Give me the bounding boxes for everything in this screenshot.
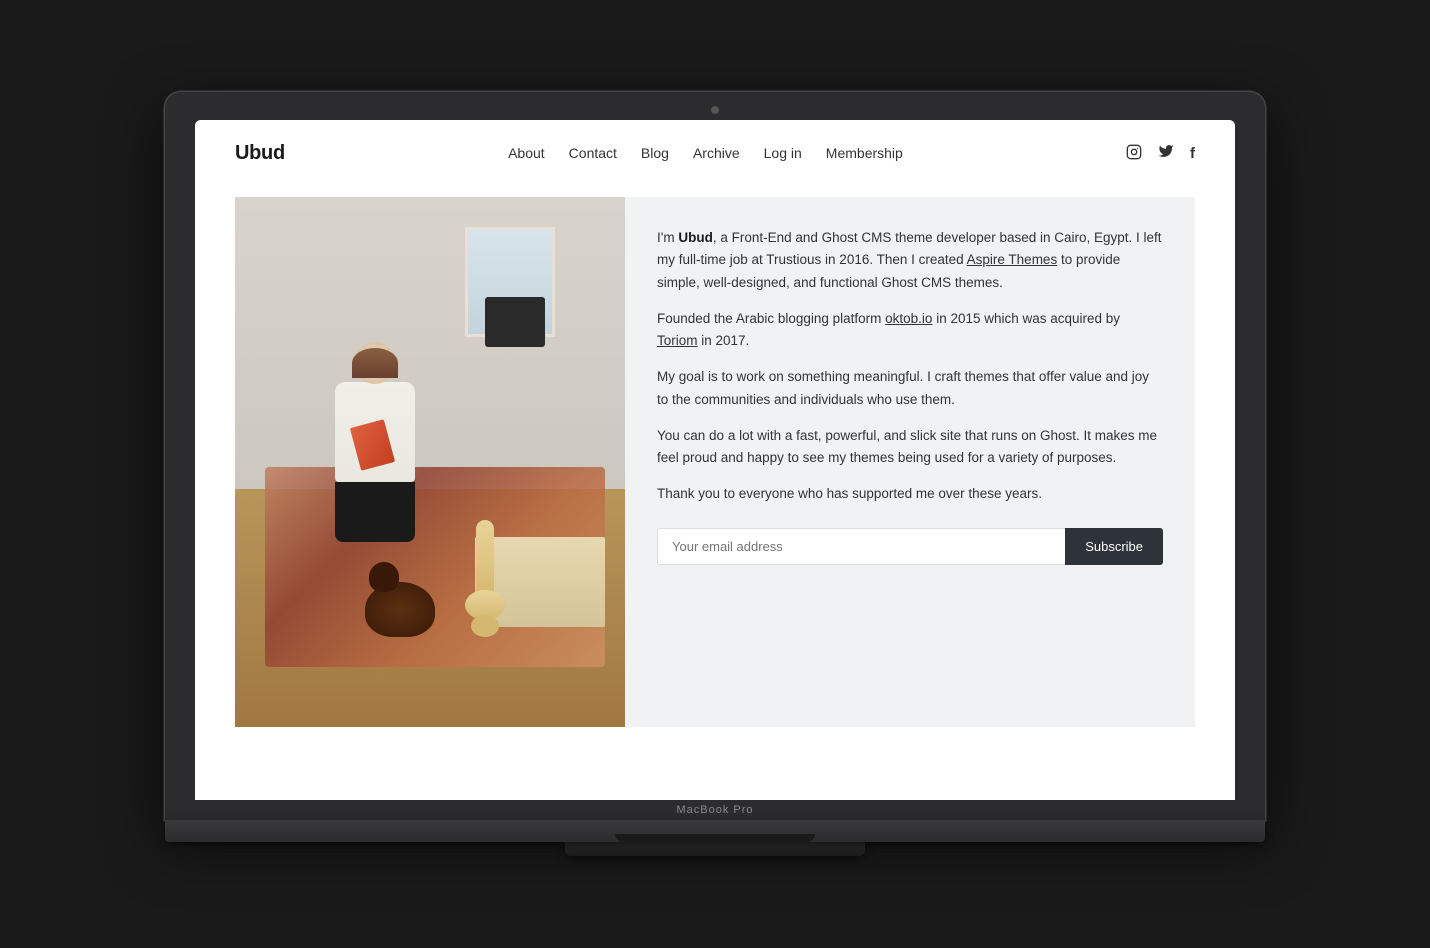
subscribe-button[interactable]: Subscribe xyxy=(1065,528,1163,565)
room-monitor xyxy=(485,297,545,347)
aspire-themes-link[interactable]: Aspire Themes xyxy=(967,252,1058,267)
social-icons: f xyxy=(1126,143,1195,164)
nav-item-login[interactable]: Log in xyxy=(764,145,802,163)
laptop-body: Ubud About Contact Blog Archive xyxy=(165,92,1265,820)
laptop-frame: Ubud About Contact Blog Archive xyxy=(165,92,1265,856)
site-logo[interactable]: Ubud xyxy=(235,142,285,165)
nav-link-about[interactable]: About xyxy=(508,145,545,161)
laptop-stand xyxy=(565,842,865,856)
nav-links: About Contact Blog Archive Log in xyxy=(508,145,903,163)
bio-paragraph-1: I'm Ubud, a Front-End and Ghost CMS them… xyxy=(657,227,1163,294)
nav-link-contact[interactable]: Contact xyxy=(569,145,617,161)
facebook-icon[interactable]: f xyxy=(1190,145,1195,162)
oktob-link[interactable]: oktob.io xyxy=(885,311,932,326)
email-input[interactable] xyxy=(657,528,1065,565)
nav-item-blog[interactable]: Blog xyxy=(641,145,669,163)
macbook-label: MacBook Pro xyxy=(195,800,1235,820)
bio-paragraph-5: Thank you to everyone who has supported … xyxy=(657,483,1163,505)
bio-paragraph-4: You can do a lot with a fast, powerful, … xyxy=(657,425,1163,470)
nav-item-archive[interactable]: Archive xyxy=(693,145,740,163)
about-info-panel: I'm Ubud, a Front-End and Ghost CMS them… xyxy=(625,197,1195,727)
bio-paragraph-2: Founded the Arabic blogging platform okt… xyxy=(657,308,1163,353)
bio-paragraph-3: My goal is to work on something meaningf… xyxy=(657,366,1163,411)
nav-link-membership[interactable]: Membership xyxy=(826,145,903,161)
nav-link-archive[interactable]: Archive xyxy=(693,145,740,161)
nav-link-blog[interactable]: Blog xyxy=(641,145,669,161)
main-nav: About Contact Blog Archive Log in xyxy=(508,145,903,163)
photo-dog-tall xyxy=(465,520,505,637)
twitter-icon[interactable] xyxy=(1158,143,1174,164)
content-area: I'm Ubud, a Front-End and Ghost CMS them… xyxy=(235,197,1195,727)
nav-item-contact[interactable]: Contact xyxy=(569,145,617,163)
instagram-icon[interactable] xyxy=(1126,144,1142,164)
photo-dog-small xyxy=(365,582,435,637)
subscribe-form: Subscribe xyxy=(657,528,1163,565)
toriom-link[interactable]: Toriom xyxy=(657,333,698,348)
site-header: Ubud About Contact Blog Archive xyxy=(195,120,1235,187)
nav-link-login[interactable]: Log in xyxy=(764,145,802,161)
laptop-camera xyxy=(711,106,719,114)
nav-item-membership[interactable]: Membership xyxy=(826,145,903,163)
nav-item-about[interactable]: About xyxy=(508,145,545,163)
laptop-base xyxy=(165,820,1265,842)
photo-background xyxy=(235,197,625,727)
about-photo xyxy=(235,197,625,727)
laptop-screen: Ubud About Contact Blog Archive xyxy=(195,120,1235,800)
bio-name-bold: Ubud xyxy=(678,230,713,245)
